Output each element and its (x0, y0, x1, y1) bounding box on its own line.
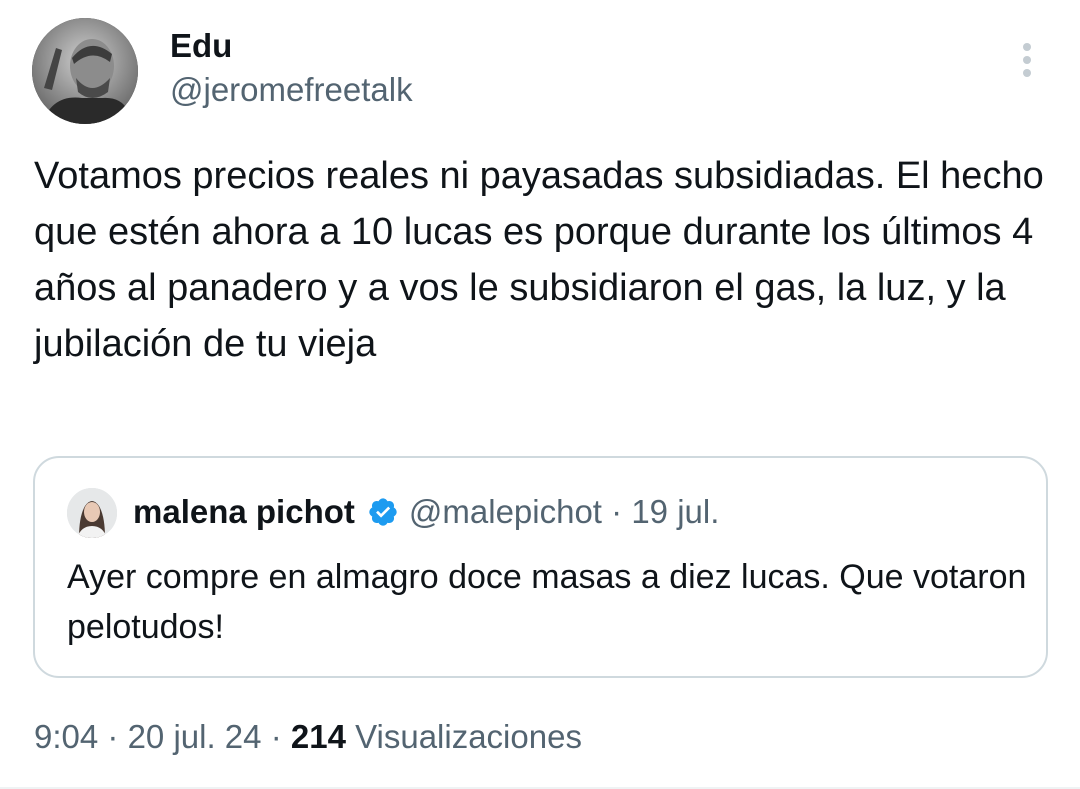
author-avatar-image (32, 18, 138, 124)
quote-author-avatar[interactable] (67, 488, 117, 538)
views-count: 214 (290, 718, 346, 755)
quoted-tweet-card[interactable]: malena pichot @malepichot · 19 jul. Ayer… (33, 456, 1048, 678)
tweet-text: Votamos precios reales ni payasadas subs… (34, 155, 1044, 365)
quote-handle[interactable]: @malepichot (409, 492, 602, 532)
meta-separator: · (107, 718, 119, 755)
tweet-time[interactable]: 9:04 (34, 718, 98, 755)
quote-header: malena pichot @malepichot · 19 jul. (133, 492, 719, 532)
author-name[interactable]: Edu (170, 26, 232, 66)
quote-separator: · (611, 493, 623, 530)
more-vertical-icon[interactable] (1010, 36, 1044, 86)
tweet-date[interactable]: 20 jul. 24 (128, 718, 262, 755)
quote-author-name[interactable]: malena pichot (133, 492, 355, 532)
meta-separator: · (270, 718, 282, 755)
verified-badge-icon (367, 496, 399, 528)
quote-avatar-image (67, 488, 117, 538)
quote-text: Ayer compre en almagro doce masas a diez… (67, 558, 1027, 646)
author-handle[interactable]: @jeromefreetalk (170, 70, 413, 110)
quote-date[interactable]: 19 jul. (631, 492, 719, 532)
views-label: Visualizaciones (355, 718, 582, 755)
author-avatar[interactable] (32, 18, 138, 124)
tweet-metadata: 9:04 · 20 jul. 24 · 214 Visualizaciones (34, 716, 582, 758)
